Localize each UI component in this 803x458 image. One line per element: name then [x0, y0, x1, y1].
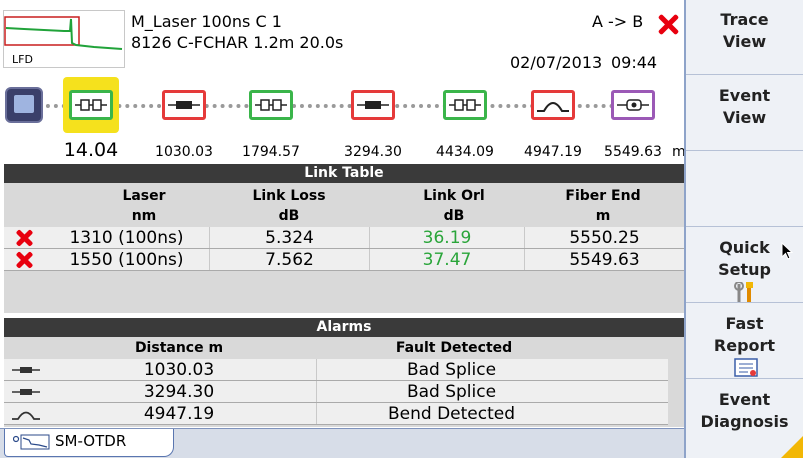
- bend-icon: [12, 411, 40, 420]
- report-icon: [734, 358, 758, 377]
- splice-icon: [168, 101, 200, 109]
- tab-sm-otdr[interactable]: SM-OTDR: [4, 429, 174, 457]
- laser-cell: 1310 (100ns): [69, 228, 184, 248]
- splice-icon: [12, 367, 40, 373]
- event-diagnosis-button[interactable]: Event Diagnosis: [686, 380, 803, 458]
- laser-cell: 1550 (100ns): [69, 250, 184, 270]
- connector-icon: [449, 99, 481, 111]
- fail-x-icon: [16, 252, 33, 268]
- col-fiber-end-unit: m: [595, 208, 611, 224]
- alarm-distance: 1030.03: [143, 360, 215, 380]
- link-loss-cell: 7.562: [209, 249, 369, 270]
- link-orl-cell: 36.19: [369, 227, 524, 248]
- acquisition-info: M_Laser 100ns C 1: [131, 12, 282, 31]
- fiber-end-cell: 5549.63: [524, 249, 684, 270]
- time-label: 09:44: [611, 53, 658, 72]
- mouse-cursor-icon: [781, 242, 793, 260]
- col-link-loss-unit: dB: [278, 208, 300, 224]
- event-bend-6[interactable]: [531, 90, 575, 120]
- alarm-fault: Bad Splice: [316, 359, 586, 380]
- event-view-button[interactable]: Event View: [686, 76, 803, 151]
- splice-icon: [357, 101, 389, 109]
- softkey-label: Trace: [720, 10, 769, 29]
- splice-icon: [12, 389, 40, 395]
- col-fault: Fault Detected: [395, 340, 513, 356]
- link-orl-cell: 37.47: [369, 249, 524, 270]
- link-diagram: 14.04 1030.03 1794.57 3294.30 4434.09 4947.19…: [3, 73, 686, 161]
- softkey-panel: Trace View Event View Quick Setup Fast R…: [684, 0, 803, 458]
- event-connector-5[interactable]: [443, 90, 487, 120]
- table-row[interactable]: 1550 (100ns) 7.562 37.47 5549.63: [4, 249, 684, 271]
- trace-view-button[interactable]: Trace View: [686, 0, 803, 75]
- event-distance-label: 4434.09: [436, 144, 494, 160]
- alarms-table: Distance m Fault Detected 1030.03 Bad Sp…: [4, 337, 684, 427]
- tab-label: SM-OTDR: [55, 432, 127, 450]
- event-distance-label: 5549.63: [604, 144, 662, 160]
- softkey-label: Event: [718, 390, 771, 409]
- trace-thumbnail-graph: [4, 16, 123, 50]
- softkey-label: Event: [718, 86, 771, 105]
- fiber-end-icon: [617, 99, 649, 111]
- event-connector-3[interactable]: [249, 90, 293, 120]
- softkey-label: Fast: [725, 314, 764, 333]
- thumbnail-label: LFD: [12, 53, 33, 66]
- event-distance-label: 3294.30: [344, 144, 402, 160]
- alarm-fault: Bend Detected: [316, 403, 586, 424]
- alarm-distance: 3294.30: [143, 382, 215, 402]
- event-distance-label: 1794.57: [242, 144, 300, 160]
- alarm-distance: 4947.19: [143, 404, 215, 424]
- connector-icon: [75, 99, 107, 111]
- alarm-fault: Bad Splice: [316, 381, 586, 402]
- softkey-label: Report: [713, 336, 776, 355]
- event-splice-2[interactable]: [162, 90, 206, 120]
- event-distance-label: 14.04: [63, 139, 119, 161]
- otdr-device-icon: [5, 87, 43, 123]
- link-loss-cell: 5.324: [209, 227, 369, 248]
- tab-bar: SM-OTDR: [0, 428, 684, 458]
- event-distance-label: 4947.19: [524, 144, 582, 160]
- quick-setup-button[interactable]: Quick Setup: [686, 228, 803, 303]
- col-link-loss: Link Loss: [252, 188, 326, 204]
- alarm-row[interactable]: 1030.03 Bad Splice: [4, 359, 668, 381]
- softkey-label: View: [722, 108, 767, 127]
- fiber-end-cell: 5550.25: [524, 227, 684, 248]
- empty-softkey[interactable]: [686, 152, 803, 227]
- otdr-trace-icon: [13, 434, 50, 450]
- connector-icon: [255, 99, 287, 111]
- link-table: Laser nm Link Loss dB Link Orl dB Fiber …: [4, 183, 684, 313]
- softkey-label: Diagnosis: [700, 412, 789, 431]
- col-link-orl-unit: dB: [443, 208, 465, 224]
- softkey-label: Setup: [718, 260, 771, 279]
- event-fiber-end-7[interactable]: [611, 90, 655, 120]
- softkey-label: View: [722, 32, 767, 51]
- alarm-row[interactable]: 4947.19 Bend Detected: [4, 403, 668, 425]
- alarm-row[interactable]: 3294.30 Bad Splice: [4, 381, 668, 403]
- date-label: 02/07/2013: [510, 53, 603, 72]
- trace-thumbnail[interactable]: LFD: [3, 10, 125, 68]
- link-table-title: Link Table: [4, 164, 684, 183]
- col-distance: Distance m: [134, 340, 224, 356]
- event-connector-1[interactable]: [69, 90, 113, 120]
- event-distance-label: 1030.03: [155, 144, 213, 160]
- fast-report-button[interactable]: Fast Report: [686, 304, 803, 379]
- direction-label: A -> B: [592, 12, 644, 31]
- fail-x-icon: [657, 13, 679, 35]
- fail-x-icon: [16, 230, 33, 246]
- col-fiber-end: Fiber End: [565, 188, 641, 204]
- alarms-title: Alarms: [4, 318, 684, 337]
- table-row[interactable]: 1310 (100ns) 5.324 36.19 5550.25: [4, 227, 684, 249]
- col-link-orl: Link Orl: [423, 188, 485, 204]
- event-splice-4[interactable]: [351, 90, 395, 120]
- tools-icon: [734, 282, 753, 302]
- more-corner-icon: [781, 436, 803, 458]
- module-info: 8126 C-FCHAR 1.2m 20.0s: [131, 33, 344, 52]
- bend-icon: [537, 102, 569, 112]
